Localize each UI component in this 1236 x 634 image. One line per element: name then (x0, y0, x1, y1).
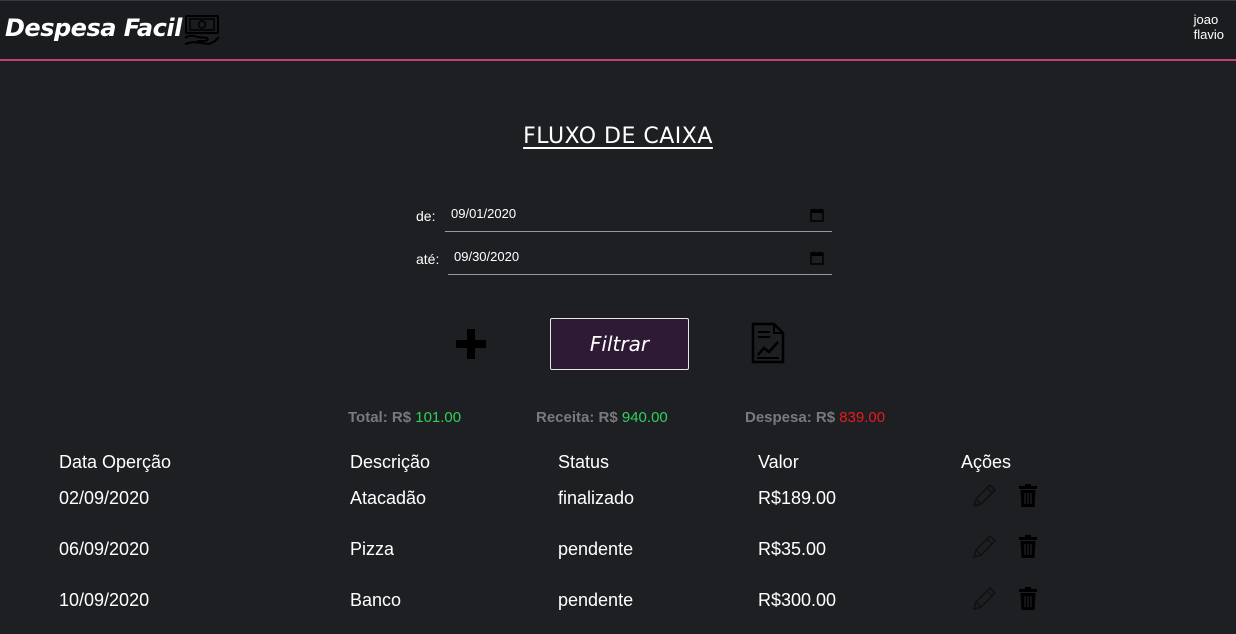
total-value: 101.00 (415, 409, 462, 426)
report-chart-icon[interactable] (750, 322, 786, 364)
row-date: 10/09/2020 (59, 590, 150, 610)
to-date-input[interactable]: 09/30/2020 (448, 242, 832, 275)
despesa-label: Despesa: R$ (745, 409, 836, 426)
from-date-input[interactable]: 09/01/2020 (445, 199, 832, 232)
column-header-status: Status (558, 452, 610, 472)
from-date-label: de: (416, 208, 436, 224)
summary-receita: Receita: R$ 940.00 (536, 409, 668, 426)
from-date-row: de: 09/01/2020 (416, 199, 836, 239)
page-title: FLUXO DE CAIXA (523, 124, 713, 149)
row-value: R$189.00 (758, 488, 837, 508)
row-description: Atacadão (350, 488, 427, 508)
row-status: pendente (558, 539, 634, 559)
column-header-value: Valor (758, 452, 799, 472)
row-description: Banco (350, 590, 402, 610)
calendar-icon[interactable] (810, 208, 824, 222)
money-hand-icon (184, 15, 220, 46)
row-date: 06/09/2020 (59, 539, 150, 559)
trash-icon[interactable] (1014, 585, 1042, 613)
row-value: R$300.00 (758, 590, 837, 610)
pencil-icon[interactable] (970, 585, 998, 613)
calendar-icon[interactable] (810, 251, 824, 265)
to-date-row: até: 09/30/2020 (416, 242, 836, 282)
from-date-value: 09/01/2020 (451, 206, 517, 221)
brand-logo-text[interactable]: Despesa Facil (5, 14, 182, 42)
trash-icon[interactable] (1014, 482, 1042, 510)
column-header-description: Descrição (350, 452, 431, 472)
pencil-icon[interactable] (970, 482, 998, 510)
plus-icon[interactable] (455, 328, 487, 360)
row-value: R$35.00 (758, 539, 827, 559)
user-last-name: flavio (1193, 27, 1224, 42)
row-status: finalizado (558, 488, 635, 508)
total-label: Total: R$ (348, 409, 412, 426)
user-menu[interactable]: joao flavio (1194, 12, 1224, 42)
column-header-actions: Ações (961, 452, 1012, 472)
row-date: 02/09/2020 (59, 488, 150, 508)
summary-total: Total: R$ 101.00 (348, 409, 461, 426)
trash-icon[interactable] (1014, 533, 1042, 561)
receita-value: 940.00 (621, 409, 668, 426)
user-first-name: joao (1193, 12, 1219, 27)
top-navbar: Despesa Facil joao flavio (0, 0, 1236, 61)
despesa-value: 839.00 (839, 409, 886, 426)
column-header-date: Data Operção (59, 452, 172, 472)
summary-despesa: Despesa: R$ 839.00 (745, 409, 885, 426)
row-status: pendente (558, 590, 634, 610)
receita-label: Receita: R$ (536, 409, 618, 426)
to-date-label: até: (416, 251, 440, 267)
to-date-value: 09/30/2020 (454, 249, 520, 264)
pencil-icon[interactable] (970, 533, 998, 561)
row-description: Pizza (350, 539, 395, 559)
filter-button[interactable]: Filtrar (550, 318, 689, 370)
